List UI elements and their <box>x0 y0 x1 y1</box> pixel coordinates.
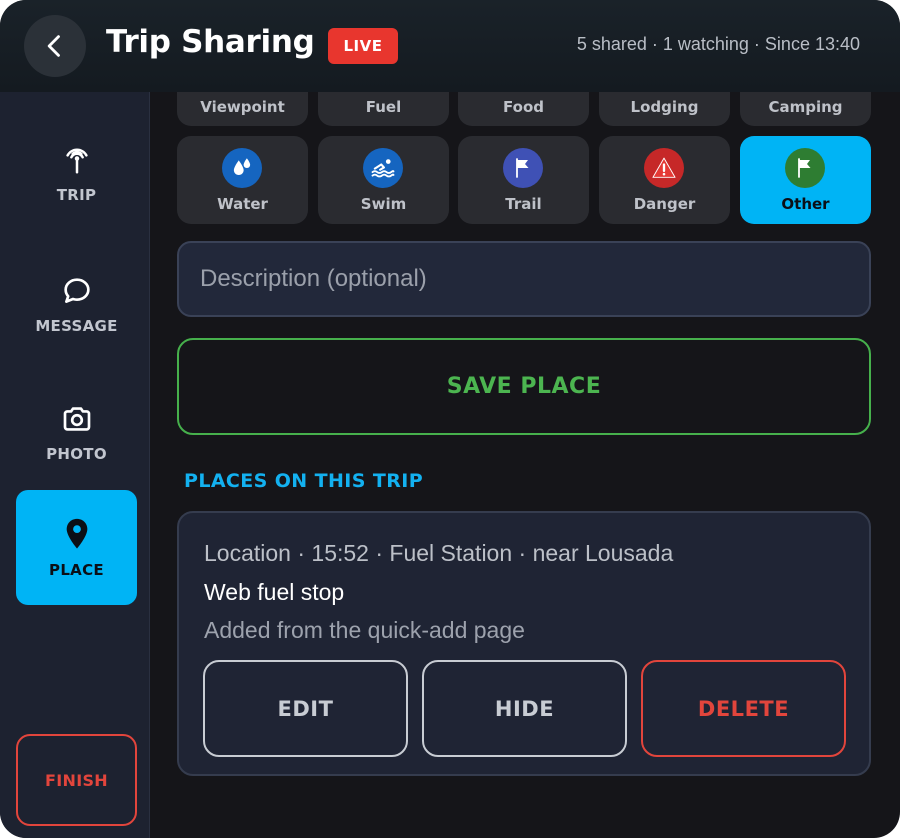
sidebar-item-message[interactable]: MESSAGE <box>16 247 137 362</box>
finish-button[interactable]: FINISH <box>16 734 137 826</box>
category-label: Lodging <box>630 98 699 116</box>
hide-place-button[interactable]: HIDE <box>422 660 627 757</box>
swimmer-icon <box>363 148 403 188</box>
place-meta: Location · 15:52 · Fuel Station · near L… <box>204 540 674 566</box>
category-camping[interactable]: Camping <box>740 92 871 126</box>
category-water[interactable]: Water <box>177 136 308 224</box>
category-label: Fuel <box>365 98 402 116</box>
sidebar: TRIP MESSAGE PHOTO PLACE FINISH <box>0 92 150 838</box>
places-section-title: PLACES ON THIS TRIP <box>184 470 424 492</box>
category-label: Trail <box>505 195 542 213</box>
sidebar-item-photo[interactable]: PHOTO <box>16 375 137 490</box>
save-place-button[interactable]: SAVE PLACE <box>177 338 871 435</box>
chat-bubble-icon <box>63 277 90 303</box>
delete-place-button[interactable]: DELETE <box>641 660 846 757</box>
app-window: Trip Sharing LIVE 5 shared · 1 watching … <box>0 0 900 838</box>
category-food[interactable]: Food <box>458 92 589 126</box>
sidebar-item-label: PHOTO <box>46 444 107 463</box>
category-swim[interactable]: Swim <box>318 136 449 224</box>
sidebar-item-label: MESSAGE <box>35 316 118 335</box>
sidebar-item-place[interactable]: PLACE <box>16 490 137 605</box>
header: Trip Sharing LIVE 5 shared · 1 watching … <box>0 0 900 92</box>
water-drops-icon <box>222 148 262 188</box>
category-label: Other <box>781 195 830 213</box>
sidebar-item-label: PLACE <box>49 560 104 579</box>
broadcast-icon <box>65 148 88 173</box>
live-badge: LIVE <box>328 28 398 64</box>
main-content: Viewpoint Fuel Food Lodging Camping Wate… <box>151 92 900 838</box>
camera-icon <box>63 406 90 431</box>
trip-status-text: 5 shared · 1 watching · Since 13:40 <box>576 34 860 54</box>
place-name: Web fuel stop <box>204 579 345 605</box>
category-label: Swim <box>360 195 407 213</box>
category-label: Food <box>503 98 544 116</box>
category-other[interactable]: Other <box>740 136 871 224</box>
chevron-left-icon <box>47 35 60 57</box>
category-danger[interactable]: Danger <box>599 136 730 224</box>
back-button[interactable] <box>24 15 86 77</box>
category-label: Water <box>217 195 268 213</box>
category-trail[interactable]: Trail <box>458 136 589 224</box>
category-label: Viewpoint <box>200 98 285 116</box>
place-note: Added from the quick-add page <box>204 617 525 643</box>
map-pin-icon <box>66 518 87 549</box>
category-viewpoint[interactable]: Viewpoint <box>177 92 308 126</box>
flag-icon <box>785 148 825 188</box>
category-fuel[interactable]: Fuel <box>318 92 449 126</box>
category-lodging[interactable]: Lodging <box>599 92 730 126</box>
flag-icon <box>503 148 543 188</box>
description-input[interactable] <box>177 241 871 317</box>
category-label: Danger <box>633 195 696 213</box>
place-card: Location · 15:52 · Fuel Station · near L… <box>177 511 871 776</box>
category-label: Camping <box>768 98 843 116</box>
warning-icon <box>644 148 684 188</box>
sidebar-item-trip[interactable]: TRIP <box>16 117 137 232</box>
sidebar-item-label: TRIP <box>56 185 97 204</box>
edit-place-button[interactable]: EDIT <box>203 660 408 757</box>
page-title: Trip Sharing <box>106 24 315 60</box>
